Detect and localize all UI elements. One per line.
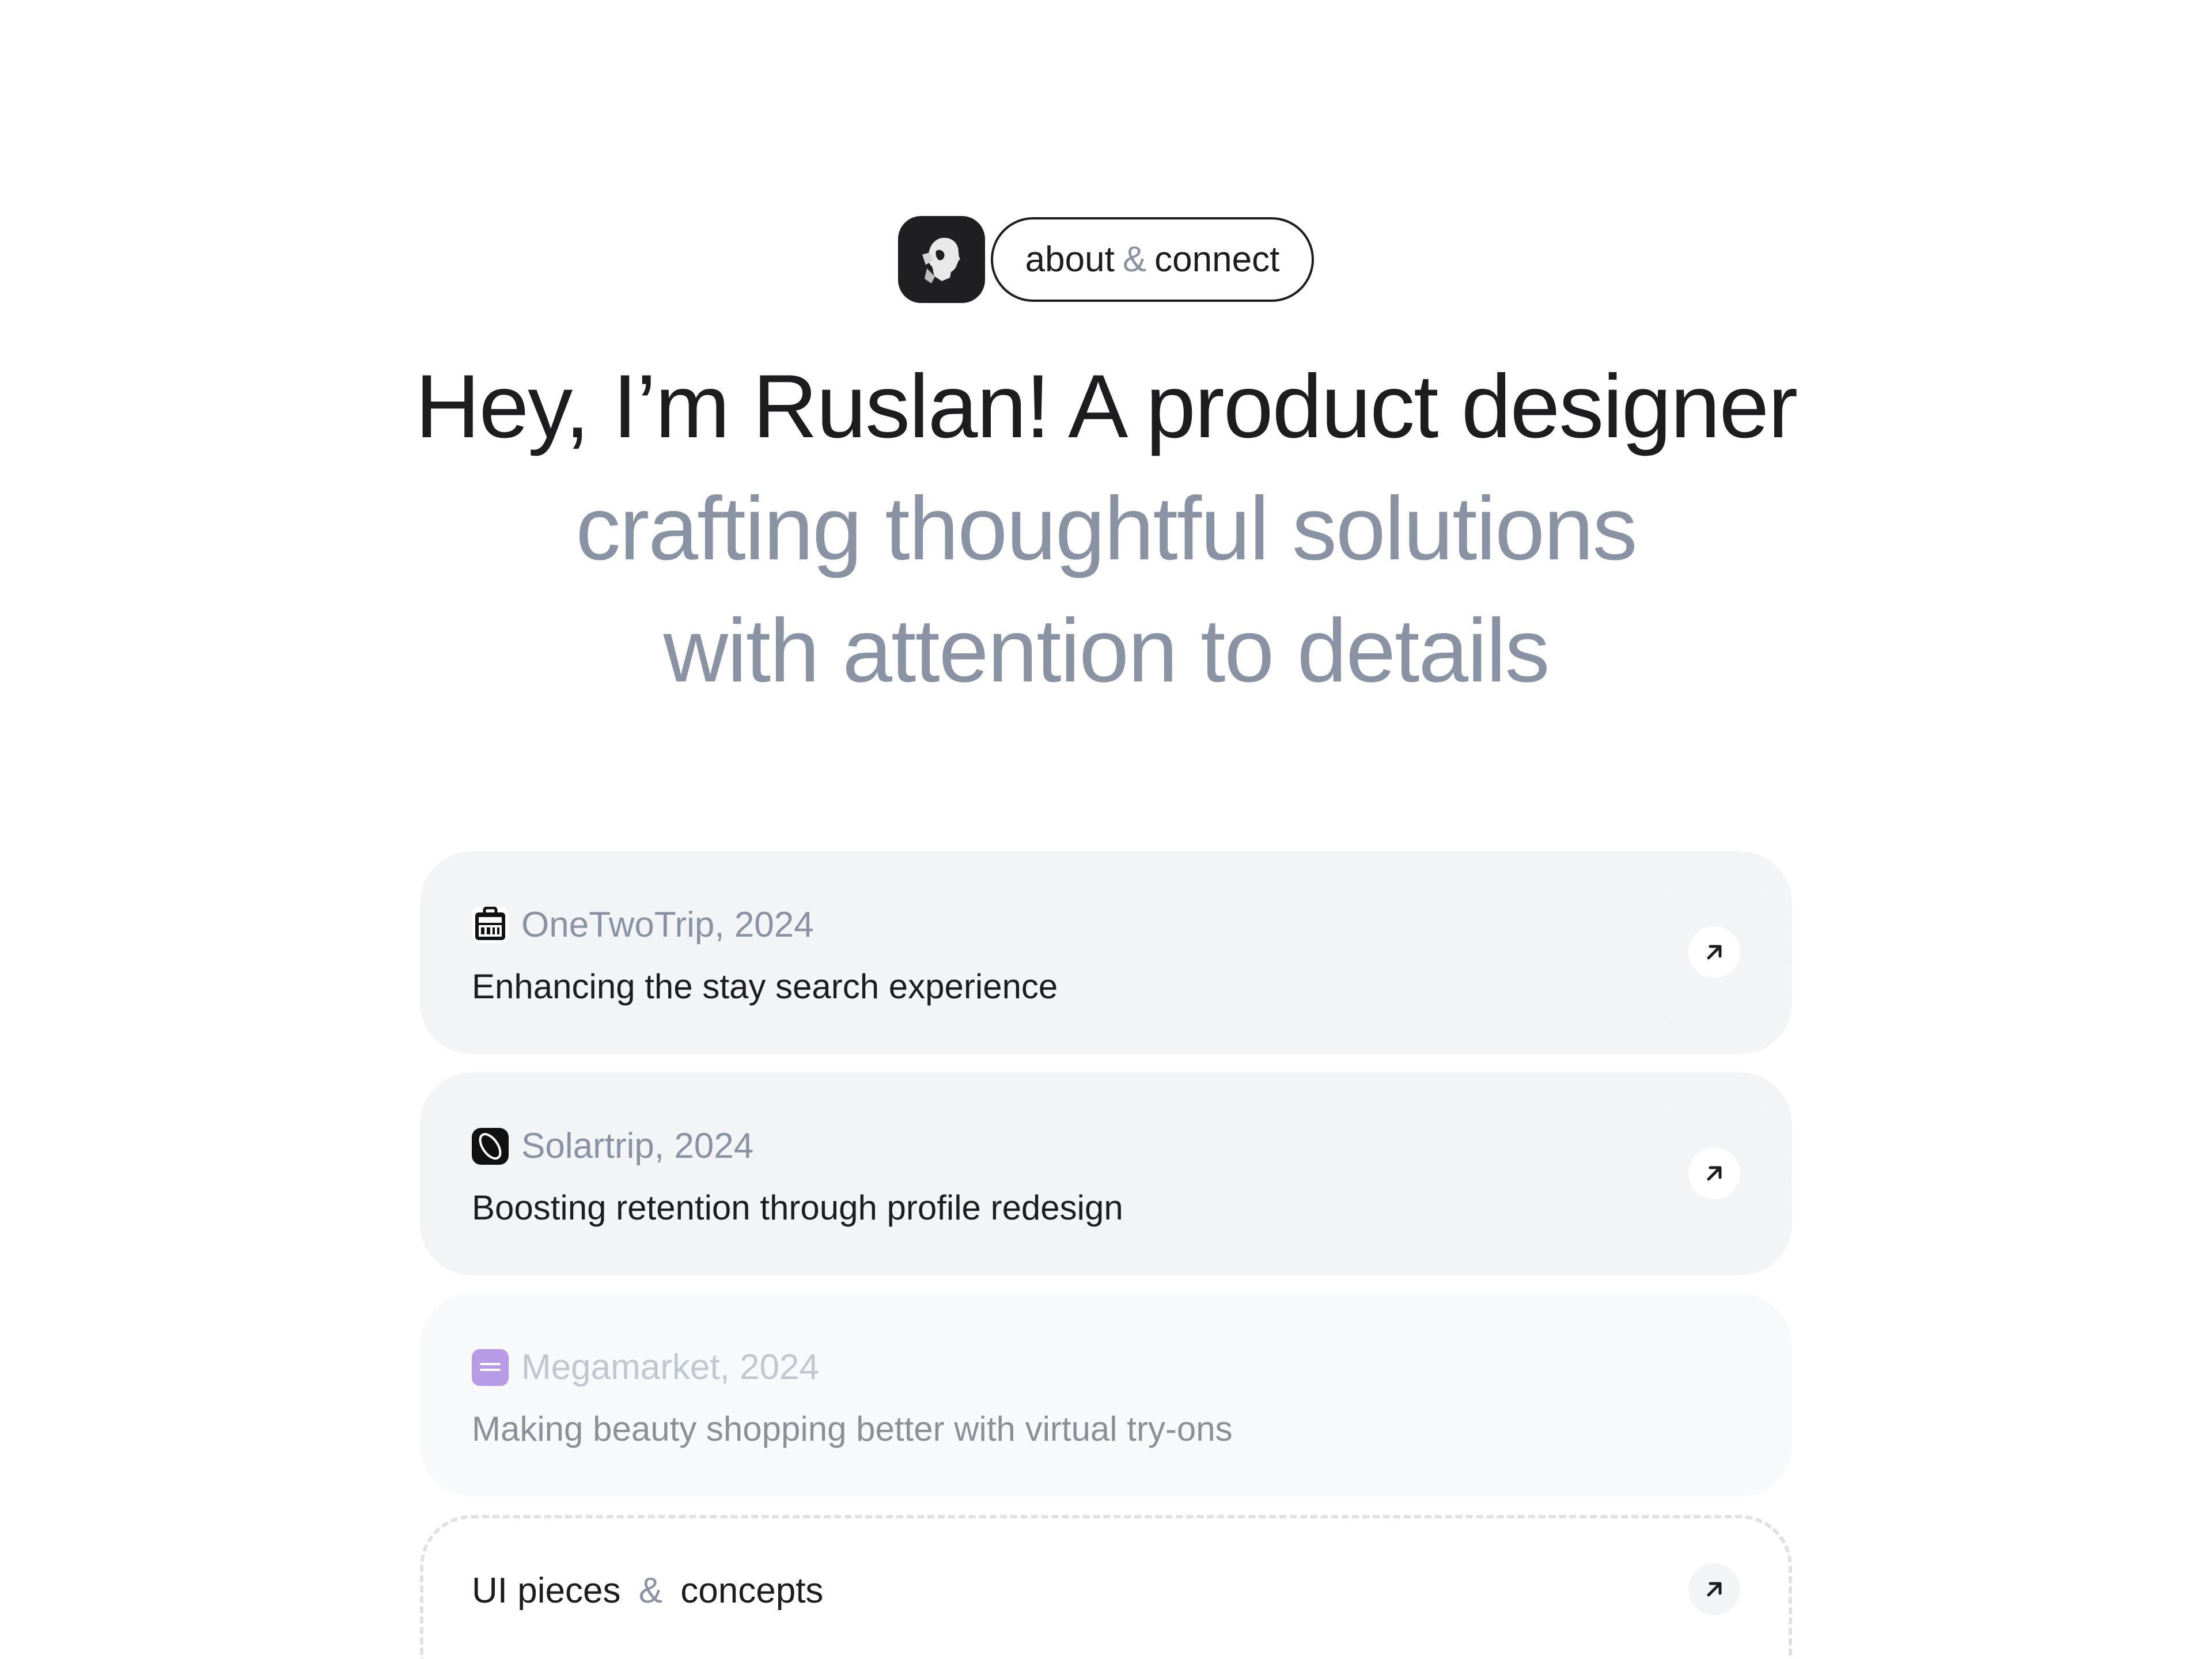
connect-label: connect [1154, 240, 1280, 279]
portfolio-page: about & connect Hey, I’m Ruslan! A produ… [0, 0, 2212, 1659]
project-meta: Solartrip, 2024 [472, 1126, 753, 1166]
project-company: Solartrip, 2024 [521, 1126, 754, 1166]
concepts-label-part2: concepts [680, 1571, 824, 1611]
open-project-button[interactable] [1688, 926, 1740, 978]
project-card-megamarket[interactable]: Megamarket, 2024 Making beauty shopping … [420, 1294, 1792, 1497]
project-meta: Megamarket, 2024 [472, 1347, 819, 1388]
onetwotrip-logo-icon [472, 906, 509, 944]
project-title: Enhancing the stay search experience [472, 967, 1058, 1006]
ampersand: & [1122, 240, 1147, 279]
portrait-icon [922, 237, 961, 283]
project-title: Making beauty shopping better with virtu… [472, 1410, 1233, 1448]
about-label: about [1025, 240, 1115, 279]
ampersand: & [638, 1571, 663, 1611]
arrow-up-right-icon [1707, 1582, 1722, 1597]
megamarket-logo-icon [472, 1349, 509, 1386]
ui-concepts-card[interactable]: UI pieces & concepts [420, 1515, 1792, 1659]
header-chip: about & connect [0, 216, 2212, 303]
open-project-button[interactable] [1688, 1147, 1740, 1199]
arrow-up-right-icon [1707, 945, 1722, 960]
open-concepts-button[interactable] [1688, 1563, 1740, 1615]
solartrip-logo-icon [472, 1127, 509, 1165]
project-card-onetwotrip[interactable]: OneTwoTrip, 2024 Enhancing the stay sear… [420, 851, 1792, 1054]
arrow-up-right-icon [1707, 1166, 1722, 1181]
avatar[interactable] [897, 216, 985, 303]
hero-line-intro: Hey, I’m Ruslan! A product designer [415, 357, 1798, 457]
project-title: Boosting retention through profile redes… [472, 1188, 1123, 1227]
concepts-label: UI pieces & concepts [472, 1570, 823, 1611]
project-card-solartrip[interactable]: Solartrip, 2024 Boosting retention throu… [420, 1073, 1792, 1275]
hero-line-tagline-1: crafting thoughtful solutions [575, 479, 1637, 579]
project-meta: OneTwoTrip, 2024 [472, 904, 814, 945]
hero-line-tagline-2: with attention to details [663, 601, 1550, 701]
about-connect-link[interactable]: about & connect [990, 217, 1315, 302]
hero-heading: Hey, I’m Ruslan! A product designer craf… [0, 346, 2212, 712]
project-company: OneTwoTrip, 2024 [521, 905, 814, 945]
concepts-label-part1: UI pieces [472, 1571, 621, 1611]
project-company: Megamarket, 2024 [521, 1347, 819, 1387]
project-list: OneTwoTrip, 2024 Enhancing the stay sear… [420, 851, 1792, 1659]
